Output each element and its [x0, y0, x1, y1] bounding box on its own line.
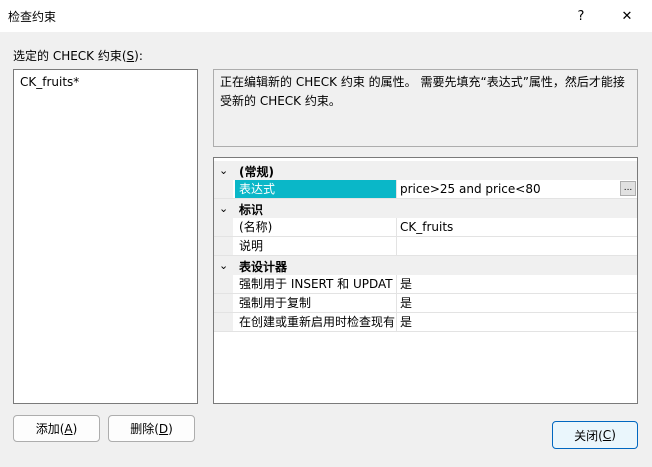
chevron-down-icon[interactable]: ⌄ — [219, 200, 228, 217]
property-name[interactable]: 说明 — [235, 237, 396, 255]
property-row-name[interactable]: (名称) CK_fruits — [214, 218, 637, 237]
property-name[interactable]: 表达式 — [235, 180, 396, 198]
property-row-enforce-replication[interactable]: 强制用于复制 是 — [214, 294, 637, 313]
category-identity[interactable]: ⌄ 标识 — [214, 199, 637, 218]
property-row-expression[interactable]: 表达式 price>25 and price<80 ... — [214, 180, 637, 199]
list-item[interactable]: CK_fruits* — [20, 75, 79, 89]
property-value[interactable]: 是 — [400, 275, 412, 293]
property-value[interactable]: price>25 and price<80 — [400, 180, 541, 198]
close-button[interactable]: 关闭(C) — [552, 421, 638, 449]
property-name[interactable]: 在创建或重新启用时检查现有 — [235, 313, 396, 331]
window-title: 检查约束 — [8, 10, 57, 24]
property-value[interactable]: CK_fruits — [400, 218, 453, 236]
property-name[interactable]: 强制用于复制 — [235, 294, 396, 312]
close-window-button[interactable]: ✕ — [604, 0, 650, 32]
property-row-enforce-insert-update[interactable]: 强制用于 INSERT 和 UPDAT 是 — [214, 275, 637, 294]
help-icon: ? — [577, 8, 585, 24]
property-name[interactable]: (名称) — [235, 218, 396, 236]
property-grid[interactable]: ⌄ (常规) 表达式 price>25 and price<80 ... ⌄ 标… — [213, 157, 638, 404]
close-icon: ✕ — [621, 8, 633, 24]
constraints-list[interactable]: CK_fruits* — [13, 69, 198, 404]
property-value[interactable]: 是 — [400, 294, 412, 312]
property-row-description[interactable]: 说明 — [214, 237, 637, 256]
description-text: 正在编辑新的 CHECK 约束 的属性。 需要先填充“表达式”属性，然后才能接受… — [220, 75, 625, 108]
category-general[interactable]: ⌄ (常规) — [214, 161, 637, 180]
description-panel: 正在编辑新的 CHECK 约束 的属性。 需要先填充“表达式”属性，然后才能接受… — [213, 69, 638, 147]
property-row-check-existing[interactable]: 在创建或重新启用时检查现有 是 — [214, 313, 637, 332]
property-value[interactable]: 是 — [400, 313, 412, 331]
add-button[interactable]: 添加(A) — [13, 415, 100, 442]
chevron-down-icon[interactable]: ⌄ — [219, 257, 228, 274]
title-bar: 检查约束 ? ✕ — [0, 0, 652, 32]
chevron-down-icon[interactable]: ⌄ — [219, 162, 228, 179]
ellipsis-button[interactable]: ... — [620, 181, 636, 196]
help-button[interactable]: ? — [558, 0, 604, 32]
category-table-designer[interactable]: ⌄ 表设计器 — [214, 256, 637, 275]
delete-button[interactable]: 删除(D) — [108, 415, 195, 442]
constraints-list-label: 选定的 CHECK 约束(S): — [13, 49, 143, 63]
property-name[interactable]: 强制用于 INSERT 和 UPDAT — [235, 275, 396, 293]
